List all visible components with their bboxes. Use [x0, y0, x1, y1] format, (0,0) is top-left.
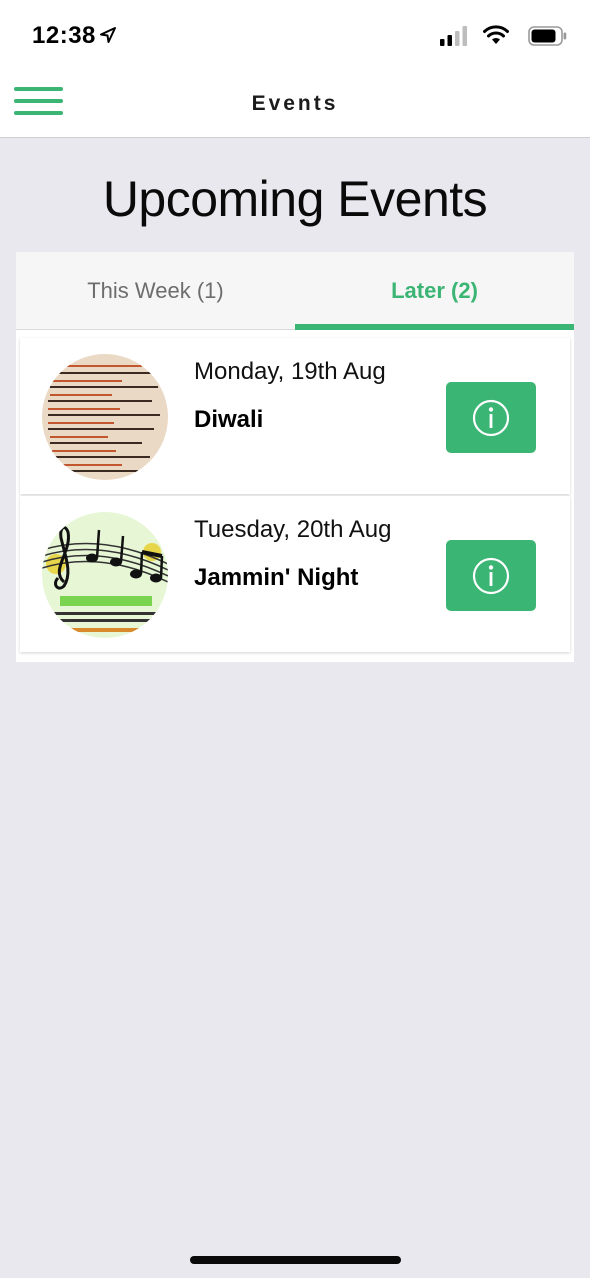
event-info-button[interactable]: [446, 540, 536, 611]
event-thumbnail-menu: [42, 354, 168, 480]
tab-bar: This Week (1) Later (2): [16, 252, 574, 330]
location-arrow-icon: [100, 27, 116, 43]
info-icon: [472, 557, 510, 594]
menu-bar-line: [14, 87, 63, 91]
battery-icon: [528, 26, 567, 46]
event-name: Diwali: [194, 406, 264, 433]
events-panel: This Week (1) Later (2) Monday, 19th Aug…: [16, 252, 574, 662]
info-icon: [472, 399, 510, 436]
event-card-jammin-night[interactable]: Tuesday, 20th Aug Jammin' Night: [20, 496, 570, 652]
event-date: Monday, 19th Aug: [194, 358, 386, 385]
page-title: Upcoming Events: [102, 171, 488, 227]
event-name: Jammin' Night: [194, 564, 359, 591]
menu-card-thumbnail-image: [42, 354, 168, 480]
navigation-bar: Events: [0, 70, 590, 138]
home-indicator[interactable]: [190, 1256, 401, 1264]
tab-selected-indicator: [295, 324, 574, 330]
music-notes-poster-thumbnail-image: [42, 512, 168, 638]
wifi-icon: [483, 25, 509, 44]
status-bar: 12:38: [0, 0, 590, 70]
app-screen: 12:38 Events Upcoming Events This Week (…: [0, 0, 590, 1278]
tab-this-week[interactable]: This Week (1): [16, 252, 295, 330]
nav-title: Events: [251, 92, 339, 115]
event-thumbnail-music: [42, 512, 168, 638]
cellular-signal-icon: [440, 26, 467, 46]
event-card-diwali[interactable]: Monday, 19th Aug Diwali: [20, 338, 570, 494]
tab-later[interactable]: Later (2): [295, 252, 574, 330]
event-info-button[interactable]: [446, 382, 536, 453]
event-date: Tuesday, 20th Aug: [194, 516, 392, 543]
status-time: 12:38: [32, 22, 96, 49]
